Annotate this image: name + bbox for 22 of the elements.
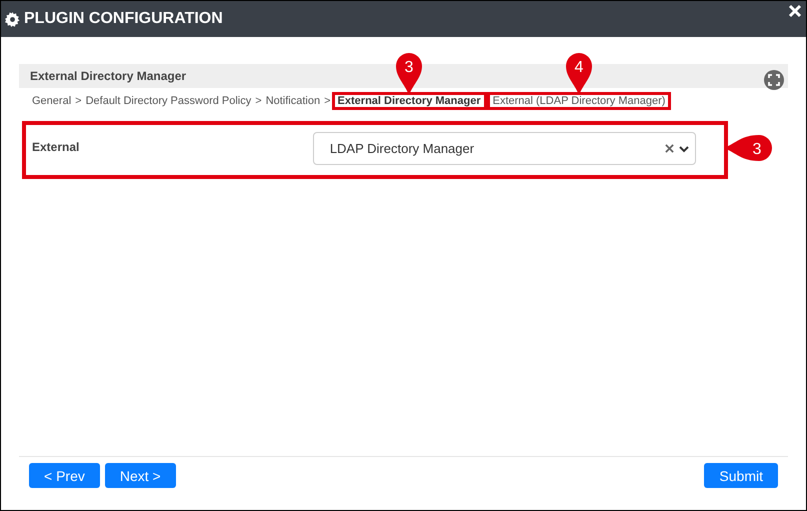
close-icon[interactable] [788,4,802,18]
breadcrumb-link[interactable]: Default Directory Password Policy [86,95,252,107]
submit-button[interactable]: Submit [704,463,778,488]
dropdown[interactable]: LDAP Directory Manager [312,132,696,165]
breadcrumb-link[interactable]: External Directory Manager [338,95,481,107]
breadcrumb-link[interactable]: Notification [266,95,320,107]
window-title: PLUGIN CONFIGURATION [24,10,224,28]
field-label: External [32,139,80,154]
breadcrumb-separator: > [324,95,331,107]
callout-marker: 4 [564,51,594,95]
clear-icon[interactable] [665,144,674,153]
previous-button[interactable]: < Prev [29,463,100,488]
section-title: External Directory Manager [30,69,188,83]
breadcrumb-separator: > [255,95,262,107]
breadcrumb-link[interactable]: General [32,95,72,107]
fullscreen-icon[interactable] [764,70,784,90]
settings-icon [5,12,20,26]
next-button[interactable]: Next > [104,463,176,488]
chevron-down-icon[interactable] [679,144,689,152]
callout-marker: 3 [394,51,424,95]
breadcrumb-link[interactable]: External (LDAP Directory Manager) [492,95,666,107]
breadcrumb-separator: > [75,95,82,107]
